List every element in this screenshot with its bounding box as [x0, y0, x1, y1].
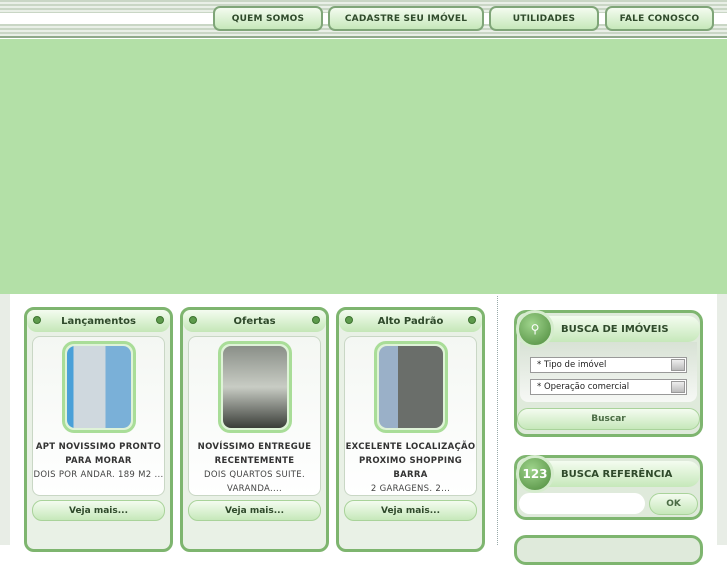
tipo-imovel-select[interactable]: * Tipo de imóvel	[530, 357, 687, 373]
select-value: * Operação comercial	[537, 382, 630, 392]
card-ofertas: Ofertas NOVÍSSIMO ENTREGUE RECENTEMENTE …	[180, 307, 329, 552]
dot-icon	[345, 316, 353, 324]
nav-quem-somos[interactable]: QUEM SOMOS	[213, 6, 323, 31]
card-description: 2 GARAGENS. 2...	[370, 484, 451, 494]
card-description: DOIS POR ANDAR. 189 M2 ...	[33, 470, 164, 480]
referencia-input[interactable]	[519, 493, 645, 514]
busca-imoveis-panel: ⚲ BUSCA DE IMÓVEIS * Tipo de imóvel * Op…	[514, 310, 703, 437]
dot-icon	[156, 316, 164, 324]
ok-button[interactable]: OK	[649, 493, 698, 515]
card-headline[interactable]: APT NOVISSIMO PRONTO PARA MORAR	[33, 440, 164, 468]
divider	[497, 296, 498, 545]
number-badge-icon: 123	[516, 455, 554, 493]
panel-title: BUSCA DE IMÓVEIS	[541, 316, 700, 342]
dot-icon	[189, 316, 197, 324]
property-photo[interactable]	[217, 341, 292, 433]
dot-icon	[33, 316, 41, 324]
card-alto-padrao: Alto Padrão EXCELENTE LOCALIZAÇÃO PROXIM…	[336, 307, 485, 552]
nav-cadastre-imovel[interactable]: CADASTRE SEU IMÓVEL	[328, 6, 484, 31]
veja-mais-button[interactable]: Veja mais...	[188, 500, 321, 521]
buscar-button[interactable]: Buscar	[517, 408, 700, 430]
card-headline[interactable]: NOVÍSSIMO ENTREGUE RECENTEMENTE	[189, 440, 320, 468]
dot-icon	[312, 316, 320, 324]
card-description: DOIS QUARTOS SUITE. VARANDA....	[204, 470, 305, 494]
banner	[0, 39, 727, 294]
veja-mais-button[interactable]: Veja mais...	[344, 500, 477, 521]
nav-utilidades[interactable]: UTILIDADES	[489, 6, 599, 31]
left-margin	[0, 294, 10, 545]
right-margin	[717, 294, 727, 545]
chevron-down-icon	[671, 359, 685, 371]
property-photo[interactable]	[373, 341, 448, 433]
property-photo[interactable]	[61, 341, 136, 433]
card-title: Ofertas	[233, 315, 276, 327]
card-headline[interactable]: EXCELENTE LOCALIZAÇÃO PROXIMO SHOPPING B…	[345, 440, 476, 482]
dot-icon	[468, 316, 476, 324]
busca-referencia-panel: 123 BUSCA REFERÊNCIA OK	[514, 455, 703, 520]
card-lancamentos: Lançamentos APT NOVISSIMO PRONTO PARA MO…	[24, 307, 173, 552]
chevron-down-icon	[671, 381, 685, 393]
select-value: * Tipo de imóvel	[537, 360, 607, 370]
card-title: Alto Padrão	[377, 315, 444, 327]
nav-fale-conosco[interactable]: FALE CONOSCO	[605, 6, 714, 31]
panel-title: BUSCA REFERÊNCIA	[541, 461, 700, 487]
card-title: Lançamentos	[61, 315, 136, 327]
magnifier-icon: ⚲	[516, 310, 554, 348]
veja-mais-button[interactable]: Veja mais...	[32, 500, 165, 521]
operacao-comercial-select[interactable]: * Operação comercial	[530, 379, 687, 395]
next-panel	[514, 535, 703, 565]
